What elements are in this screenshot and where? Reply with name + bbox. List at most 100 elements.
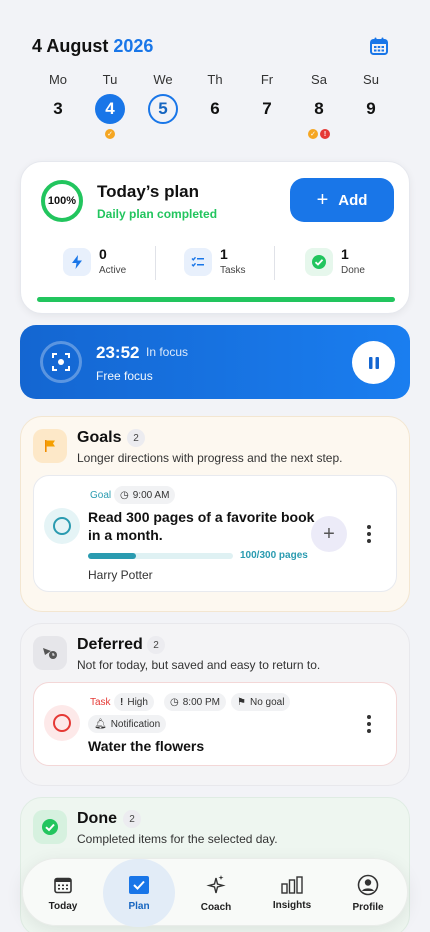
sparkle-icon xyxy=(206,874,226,893)
plan-progress-ring: 100% xyxy=(41,180,83,222)
task-reminder: Notification xyxy=(110,718,161,730)
stat-value: 1 xyxy=(220,246,228,262)
goal-progress-fill xyxy=(88,553,137,559)
focus-time: 23:52 xyxy=(96,343,140,362)
nav-profile[interactable]: Profile xyxy=(332,859,404,927)
stat-active: 0 Active xyxy=(63,246,153,282)
stat-divider xyxy=(274,246,275,280)
nav-coach[interactable]: Coach xyxy=(180,859,252,927)
bolt-icon xyxy=(63,248,91,276)
nav-plan[interactable]: Plan xyxy=(103,859,175,927)
goal-status-toggle[interactable] xyxy=(44,508,80,544)
goals-subtitle: Longer directions with progress and the … xyxy=(77,451,343,465)
goals-title: Goals xyxy=(77,429,122,446)
day-number: 9 xyxy=(366,99,376,118)
goal-meta: Goal ◷ 9:00 AM xyxy=(88,486,198,504)
day-monday[interactable]: Mo 3 xyxy=(38,72,78,124)
goals-section: Goals 2 Longer directions with progress … xyxy=(20,416,410,612)
day-friday[interactable]: Fr 7 xyxy=(247,72,287,124)
profile-icon xyxy=(357,874,379,895)
nav-label: Insights xyxy=(272,899,312,911)
nav-today[interactable]: Today xyxy=(27,859,99,927)
stat-value: 0 xyxy=(99,246,107,262)
deferred-subtitle: Not for today, but saved and easy to ret… xyxy=(77,658,321,672)
pause-button[interactable] xyxy=(352,341,395,384)
calendar-icon xyxy=(370,37,388,55)
stat-label: Done xyxy=(341,265,365,276)
goal-note: Harry Potter xyxy=(88,568,153,582)
focus-label: Free focus xyxy=(96,369,153,383)
day-name: Mo xyxy=(48,72,68,87)
more-icon[interactable] xyxy=(361,715,377,733)
checkbox-icon xyxy=(129,875,149,894)
stat-divider xyxy=(155,246,156,280)
flag-icon: ⚑ xyxy=(237,696,246,708)
bottom-nav: Today Plan Coach Insights Profile xyxy=(22,858,408,927)
stat-done: 1 Done xyxy=(305,246,395,282)
week-strip: Mo 3 Tu 4 ✓ We 5 Th 6 Fr 7 Sa 8 ✓ ! Su 9 xyxy=(26,72,404,144)
calendar-button[interactable] xyxy=(366,33,392,59)
day-sunday[interactable]: Su 9 xyxy=(351,72,391,124)
snooze-icon xyxy=(33,636,67,670)
day-thursday[interactable]: Th 6 xyxy=(195,72,235,124)
add-button[interactable]: + Add xyxy=(290,178,394,222)
more-icon[interactable] xyxy=(361,525,377,543)
day-number-selected: 5 xyxy=(148,94,178,124)
task-status-toggle[interactable] xyxy=(44,705,80,741)
day-wednesday[interactable]: We 5 xyxy=(143,72,183,124)
bar-chart-icon xyxy=(281,875,303,894)
plan-progress-bar xyxy=(37,297,395,302)
plan-progress-text: 100% xyxy=(47,195,77,207)
task-title: Water the flowers xyxy=(88,738,205,754)
day-number: 8 xyxy=(314,99,324,118)
todays-plan-card: 100% Today’s plan Daily plan completed +… xyxy=(20,161,410,314)
nav-label: Coach xyxy=(200,901,232,913)
stat-label: Active xyxy=(99,265,127,276)
add-step-button[interactable]: + xyxy=(311,516,347,552)
priority-chip: ! High xyxy=(114,693,154,711)
bell-icon: 🔔︎ xyxy=(94,718,107,730)
deferred-count: 2 xyxy=(147,636,165,654)
goal-time-chip: ◷ 9:00 AM xyxy=(114,486,176,504)
focus-progress-ring xyxy=(40,341,82,383)
day-name: Fr xyxy=(260,72,274,87)
nav-label: Today xyxy=(48,900,78,912)
plan-subtitle: Daily plan completed xyxy=(97,207,218,221)
calendar-icon xyxy=(54,877,72,893)
goal-item-card[interactable]: Goal ◷ 9:00 AM Read 300 pages of a favor… xyxy=(33,475,397,592)
clock-icon: ◷ xyxy=(170,696,179,708)
stat-label: Tasks xyxy=(220,265,246,276)
day-name: Th xyxy=(207,72,223,87)
task-time: 8:00 PM xyxy=(182,696,220,708)
task-priority: High xyxy=(127,696,148,708)
task-goal: No goal xyxy=(249,696,285,708)
task-time-chip: ◷ 8:00 PM xyxy=(164,693,226,711)
day-name: Su xyxy=(363,72,379,87)
plan-title: Today’s plan xyxy=(97,182,200,201)
day-name: Tu xyxy=(102,72,118,87)
day-saturday[interactable]: Sa 8 ✓ ! xyxy=(299,72,339,139)
nav-label: Profile xyxy=(352,901,384,913)
goal-progress-text: 100/300 pages xyxy=(240,550,308,561)
clock-icon: ◷ xyxy=(120,489,129,501)
goal-title: Read 300 pages of a favorite book in a m… xyxy=(88,508,328,544)
goal-link-chip: ⚑ No goal xyxy=(231,693,291,711)
check-icon: ✓ xyxy=(308,129,318,139)
year-text: 2026 xyxy=(113,36,154,56)
add-label: Add xyxy=(338,191,368,209)
focus-state: In focus xyxy=(146,345,189,359)
nav-insights[interactable]: Insights xyxy=(256,859,328,927)
pause-icon xyxy=(368,356,379,369)
task-item-card[interactable]: Task ! High ◷ 8:00 PM ⚑ No goal 🔔︎ Notif… xyxy=(33,682,397,766)
goal-title-line2: in a month. xyxy=(88,527,163,543)
focus-card[interactable]: 23:52 In focus Free focus xyxy=(20,325,410,399)
reminder-chip: 🔔︎ Notification xyxy=(88,715,167,733)
day-number: 7 xyxy=(262,99,272,118)
day-name: We xyxy=(153,72,173,87)
day-number-today: 4 xyxy=(95,94,125,124)
check-circle-icon xyxy=(305,248,333,276)
done-count: 2 xyxy=(123,810,141,828)
task-meta: Task ! High ◷ 8:00 PM ⚑ No goal xyxy=(88,693,348,711)
task-kind-label: Task xyxy=(90,696,111,708)
day-tuesday[interactable]: Tu 4 ✓ xyxy=(90,72,130,139)
